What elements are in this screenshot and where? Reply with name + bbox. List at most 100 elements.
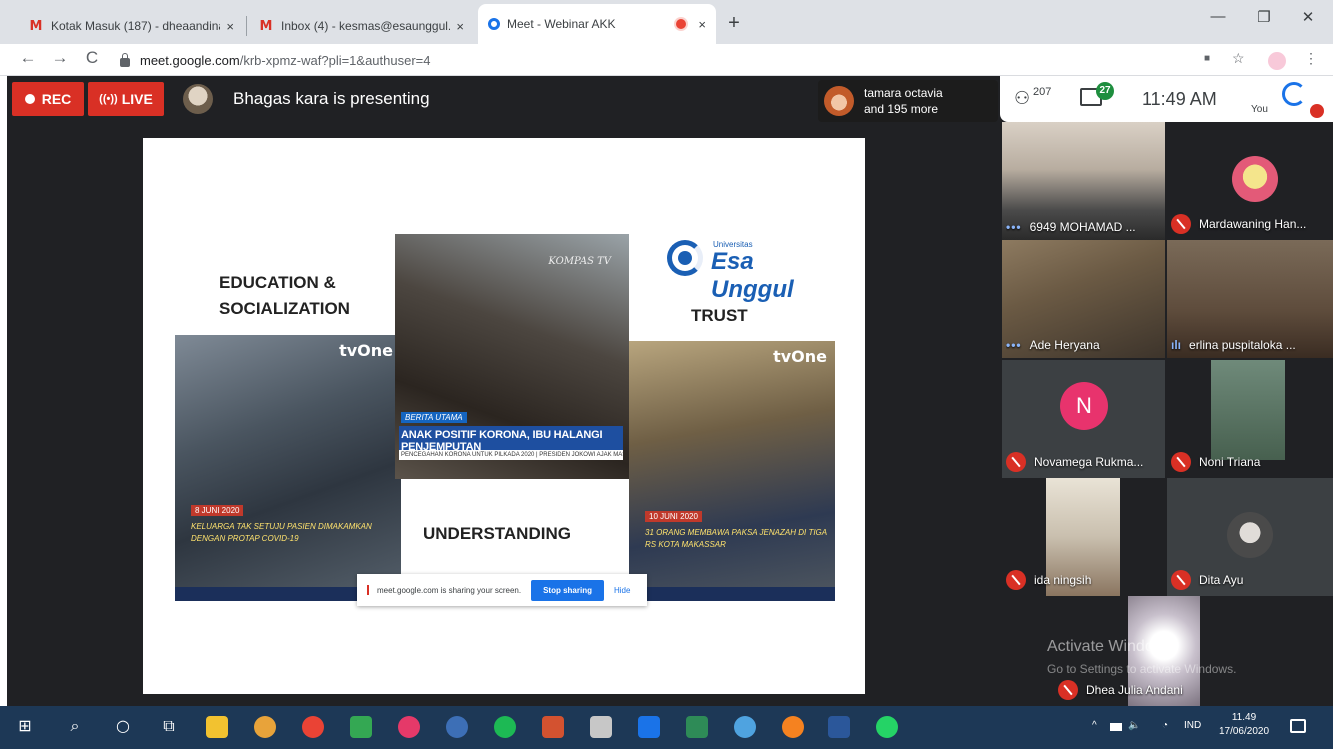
people-icon[interactable]: ⚇: [1014, 88, 1030, 109]
language-indicator[interactable]: IND: [1184, 720, 1201, 731]
hide-button[interactable]: Hide: [614, 586, 630, 595]
participant-name-row: ılı erlina puspitaloka ...: [1171, 338, 1329, 352]
logo-name: Esa Unggul: [711, 248, 794, 303]
reload-button[interactable]: C: [80, 48, 104, 68]
camera-icon[interactable]: ■: [1204, 53, 1210, 64]
attendee-more: and 195 more: [864, 102, 939, 116]
whatsapp-icon[interactable]: [876, 716, 898, 738]
app-icon[interactable]: [446, 716, 468, 738]
recent-attendees[interactable]: tamara octavia and 195 more: [818, 80, 998, 122]
participant-tile[interactable]: ••• Ade Heryana: [1002, 240, 1165, 358]
mail-icon[interactable]: [638, 716, 660, 738]
minimize-button[interactable]: —: [1198, 8, 1238, 25]
notification-icon[interactable]: [1290, 719, 1306, 733]
wifi-icon[interactable]: ◔: [1162, 720, 1168, 731]
logo-ring-icon: [667, 240, 703, 276]
news-caption: KELUARGA TAK SETUJU PASIEN DIMAKAMKAN DE…: [191, 522, 372, 543]
gmail-icon: M: [29, 18, 43, 34]
people-count: 207: [1033, 86, 1052, 98]
file-explorer-icon[interactable]: [206, 716, 228, 738]
tab-gmail-inbox[interactable]: M Inbox (4) - kesmas@esaunggul.a ×: [248, 8, 474, 44]
participant-name-row: Mardawaning Han...: [1171, 214, 1329, 234]
calendar-app-icon[interactable]: [590, 716, 612, 738]
participant-tile[interactable]: Noni Triana: [1167, 360, 1333, 478]
participant-tile[interactable]: N Novamega Rukma...: [1002, 360, 1165, 478]
participant-tile[interactable]: Mardawaning Han...: [1167, 122, 1333, 240]
meet-top-bar: REC ((•)) LIVE Bhagas kara is presenting…: [7, 76, 1000, 122]
recording-indicator-icon: [676, 19, 687, 29]
line-icon[interactable]: [350, 716, 372, 738]
url-path: /krb-xpmz-waf?pli=1&authuser=4: [239, 52, 431, 68]
activate-windows-title: Activate Windows: [1047, 638, 1174, 655]
search-icon[interactable]: ⌕: [64, 716, 86, 736]
volume-icon[interactable]: 🔈: [1128, 720, 1140, 731]
battery-icon[interactable]: [1110, 723, 1122, 731]
audio-level-icon: ılı: [1171, 338, 1182, 352]
network-app-icon[interactable]: [734, 716, 756, 738]
participant-name-row: ••• 6949 MOHAMAD ...: [1006, 220, 1161, 234]
taskbar-time: 11.49: [1231, 712, 1257, 723]
profile-avatar[interactable]: [1268, 52, 1286, 70]
spotify-icon[interactable]: [494, 716, 516, 738]
more-options-icon[interactable]: •••: [1006, 338, 1022, 352]
participant-name: Noni Triana: [1199, 455, 1261, 469]
news-date: 8 JUNI 2020: [191, 505, 244, 516]
participant-name: Ade Heryana: [1029, 338, 1100, 352]
tab-gmail-kotak-masuk[interactable]: M Kotak Masuk (187) - dheaandina ×: [18, 8, 244, 44]
forward-button[interactable]: →: [48, 48, 72, 68]
live-button[interactable]: ((•)) LIVE: [88, 82, 164, 116]
media-app-icon[interactable]: [254, 716, 276, 738]
task-view-icon[interactable]: ⧉: [158, 716, 180, 736]
stop-sharing-button[interactable]: Stop sharing: [531, 579, 604, 601]
mic-off-icon: [1006, 452, 1026, 472]
tab-meet-webinar[interactable]: Meet - Webinar AKK ×: [478, 4, 716, 44]
more-options-icon[interactable]: •••: [1006, 220, 1022, 234]
mic-off-icon: [1171, 452, 1191, 472]
windows-start-icon[interactable]: ⊞: [14, 716, 36, 735]
attendee-name: tamara octavia: [864, 86, 943, 100]
firefox-icon[interactable]: [782, 716, 804, 738]
participant-name: ida ningsih: [1034, 573, 1092, 587]
sharing-text: meet.google.com is sharing your screen.: [377, 585, 522, 595]
participant-tile[interactable]: Dita Ayu: [1167, 478, 1333, 596]
url-host: meet.google.com: [140, 52, 240, 68]
mic-off-icon: [1058, 680, 1078, 700]
new-tab-button[interactable]: +: [722, 12, 746, 35]
tray-overflow-icon[interactable]: ^: [1092, 720, 1097, 731]
cortana-icon[interactable]: ○: [112, 716, 134, 735]
mic-off-icon: [1171, 570, 1191, 590]
record-dot-icon: [24, 94, 35, 104]
browser-menu-icon[interactable]: ⋮: [1304, 50, 1318, 67]
word-icon[interactable]: [828, 716, 850, 738]
participant-tile[interactable]: ••• 6949 MOHAMAD ...: [1002, 122, 1165, 240]
mic-off-icon: [1310, 104, 1324, 118]
participant-tile[interactable]: ılı erlina puspitaloka ...: [1167, 240, 1333, 358]
participant-name-row: Dhea Julia Andani: [1058, 680, 1329, 700]
taskbar-clock[interactable]: 11.49 17/06/2020: [1216, 711, 1272, 739]
self-view-logo[interactable]: [1282, 82, 1306, 106]
address-bar[interactable]: meet.google.com /krb-xpmz-waf?pli=1&auth…: [112, 47, 1192, 73]
news-date: 10 JUNI 2020: [645, 511, 702, 522]
participant-avatar: [1227, 512, 1273, 558]
lock-icon[interactable]: [120, 52, 130, 67]
meeting-clock: 11:49 AM: [1142, 89, 1217, 109]
rec-button[interactable]: REC: [12, 82, 84, 116]
close-tab-icon[interactable]: ×: [698, 17, 706, 32]
esa-unggul-logo: Universitas Esa Unggul: [667, 236, 837, 303]
participant-name-row: Novamega Rukma...: [1006, 452, 1161, 472]
bookmark-star-icon[interactable]: ☆: [1232, 50, 1245, 67]
close-tab-icon[interactable]: ×: [226, 19, 234, 34]
presenting-text: Bhagas kara is presenting: [233, 89, 430, 108]
photos-icon[interactable]: [686, 716, 708, 738]
close-window-button[interactable]: ✕: [1288, 8, 1328, 26]
powerpoint-icon[interactable]: [542, 716, 564, 738]
back-button[interactable]: ←: [16, 48, 40, 68]
chrome-icon[interactable]: [302, 716, 324, 738]
music-app-icon[interactable]: [398, 716, 420, 738]
news-caption: 31 ORANG MEMBAWA PAKSA JENAZAH DI TIGA R…: [645, 528, 827, 549]
news-subline: PENCEGAHAN KORONA UNTUK PILKADA 2020 | P…: [399, 450, 623, 460]
restore-button[interactable]: ❐: [1244, 8, 1284, 26]
attendees-text: tamara octavia and 195 more: [864, 85, 943, 117]
close-tab-icon[interactable]: ×: [456, 19, 464, 34]
participant-tile[interactable]: ida ningsih: [1002, 478, 1165, 596]
